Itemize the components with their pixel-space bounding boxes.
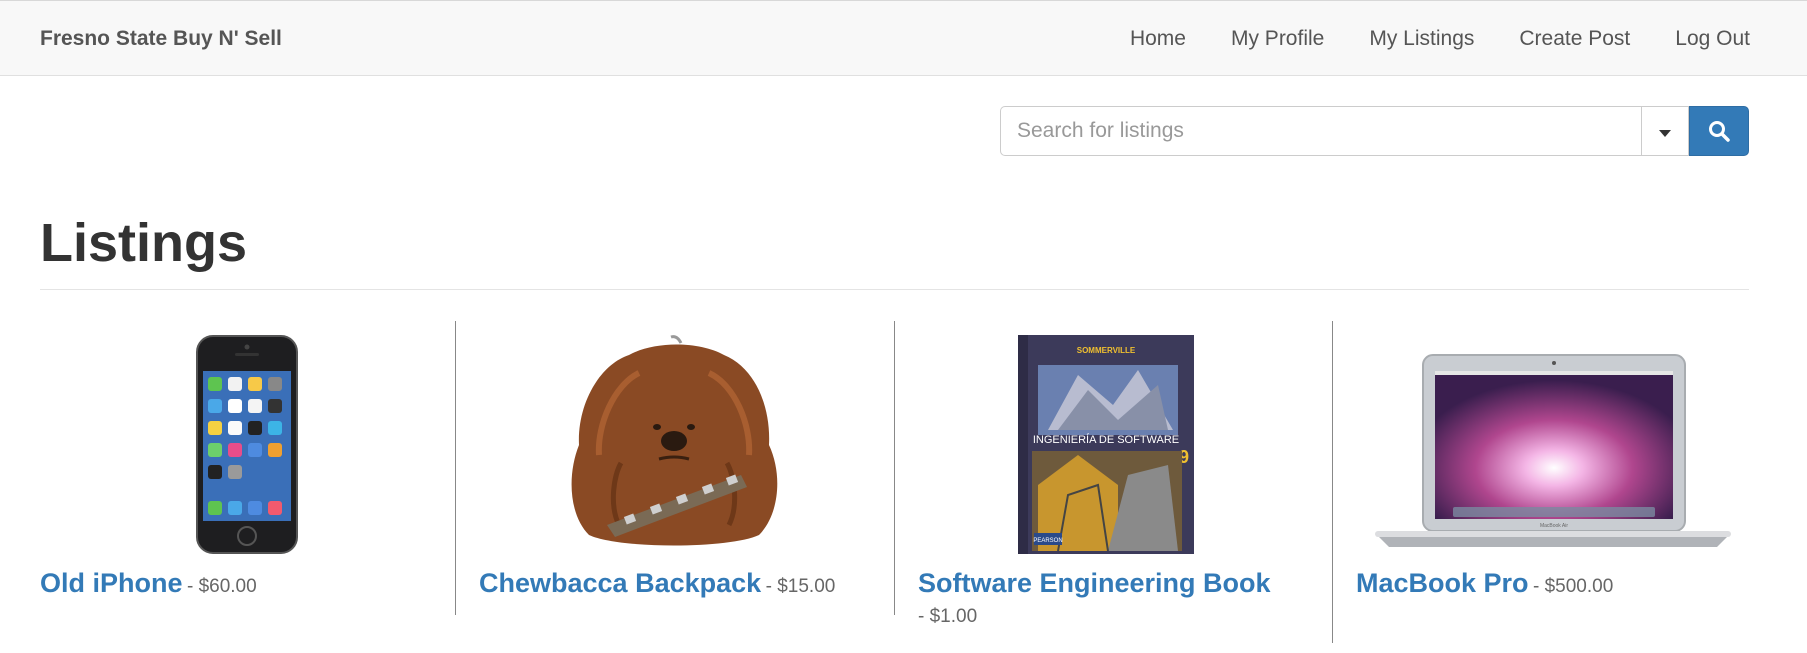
listing-caption: MacBook Pro - $500.00 <box>1356 569 1716 602</box>
listing-thumbnail[interactable]: MacBook Air <box>1356 335 1749 554</box>
page-title: Listings <box>40 213 248 273</box>
listing-price: - $500.00 <box>1533 576 1614 597</box>
listing-thumbnail[interactable] <box>479 335 869 554</box>
title-divider <box>40 289 1749 290</box>
search-button[interactable] <box>1689 106 1749 156</box>
column-divider <box>455 321 456 615</box>
listing-title-link[interactable]: MacBook Pro <box>1356 568 1529 598</box>
listing-title-link[interactable]: Chewbacca Backpack <box>479 568 761 598</box>
nav-links: Home My Profile My Listings Create Post … <box>1130 27 1750 51</box>
listing-caption: Chewbacca Backpack - $15.00 <box>479 569 839 602</box>
nav-home[interactable]: Home <box>1130 27 1186 51</box>
macbook-image: MacBook Air <box>1374 354 1731 547</box>
book-publisher: PEARSON <box>1033 538 1062 544</box>
laptop-label: MacBook Air <box>1539 523 1567 529</box>
column-divider <box>1332 321 1333 643</box>
listing-title-link[interactable]: Old iPhone <box>40 568 183 598</box>
caret-down-icon <box>1659 129 1671 137</box>
iphone-image <box>196 335 298 554</box>
listing-caption: Old iPhone - $60.00 <box>40 569 400 602</box>
listing-caption: Software Engineering Book - $1.00 <box>918 569 1278 632</box>
book-title: INGENIERÍA DE SOFTWARE <box>1032 433 1178 446</box>
search-bar <box>1000 106 1749 156</box>
column-divider <box>894 321 895 615</box>
book-author: SOMMERVILLE <box>1076 346 1135 355</box>
navbar: Fresno State Buy N' Sell Home My Profile… <box>0 0 1807 76</box>
nav-my-profile[interactable]: My Profile <box>1231 27 1324 51</box>
listing-thumbnail[interactable]: SOMMERVILLE INGENIERÍA DE SOFTWARE 9 PEA… <box>918 335 1293 554</box>
listing-price: - $1.00 <box>918 606 978 627</box>
listing-price: - $60.00 <box>186 576 257 597</box>
brand-link[interactable]: Fresno State Buy N' Sell <box>40 27 282 51</box>
chewbacca-backpack-image <box>571 335 778 546</box>
search-input[interactable] <box>1000 106 1641 156</box>
search-icon <box>1709 121 1730 142</box>
nav-log-out[interactable]: Log Out <box>1675 27 1750 51</box>
listings-grid: Old iPhone - $60.00 Chewbacca Backpack -… <box>40 321 1749 653</box>
listing-title-link[interactable]: Software Engineering Book <box>918 568 1271 598</box>
listing-price: - $15.00 <box>765 576 836 597</box>
search-dropdown-button[interactable] <box>1641 106 1689 156</box>
nav-create-post[interactable]: Create Post <box>1519 27 1630 51</box>
software-engineering-book-image: SOMMERVILLE INGENIERÍA DE SOFTWARE 9 PEA… <box>1017 335 1194 554</box>
nav-my-listings[interactable]: My Listings <box>1369 27 1474 51</box>
listing-thumbnail[interactable] <box>40 335 454 554</box>
